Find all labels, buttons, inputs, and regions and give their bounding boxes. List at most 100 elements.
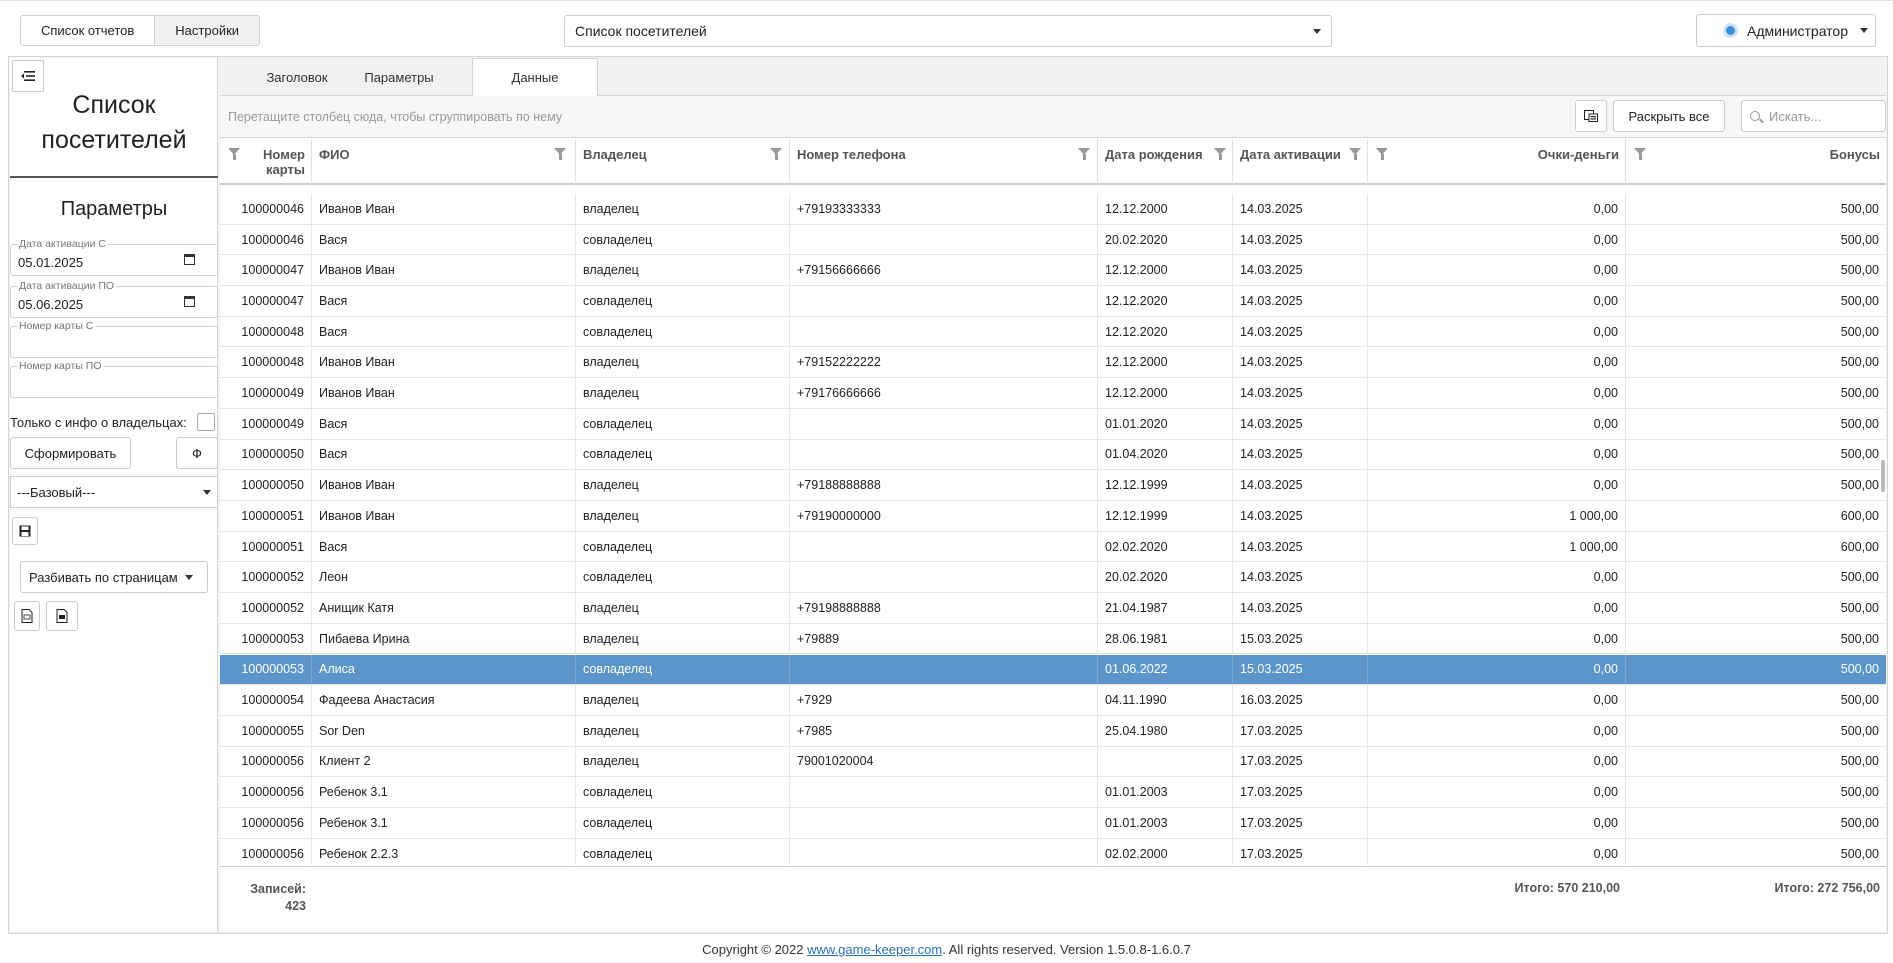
filter-icon[interactable]: [770, 148, 782, 160]
table-row[interactable]: 100000047 Вася совладелец 12.12.2020 14.03.2…: [220, 286, 1886, 317]
table-row[interactable]: 100000050 Иванов Иван владелец +79188888888…: [220, 470, 1886, 501]
column-header-label: Номер карты: [263, 147, 305, 177]
cell-owner: владелец: [576, 194, 790, 224]
column-chooser-button[interactable]: [1575, 100, 1607, 132]
preset-select-value: ---Базовый---: [17, 484, 96, 500]
activation-date-from-field[interactable]: Дата активации С 05.01.2025: [10, 238, 218, 276]
table-row[interactable]: 100000046 Иванов Иван владелец +79193333333…: [220, 194, 1886, 225]
cell-owner: совладелец: [576, 838, 790, 865]
column-header-fio[interactable]: ФИО: [312, 139, 576, 185]
table-row[interactable]: 100000049 Вася совладелец 01.01.2020 14.03.2…: [220, 408, 1886, 440]
cell-card-number: 100000048: [220, 316, 312, 347]
page-title-line2: посетителей: [41, 126, 187, 154]
table-row[interactable]: 100000048 Вася совладелец 12.12.2020 14.03.2…: [220, 316, 1886, 348]
calendar-icon[interactable]: [184, 254, 195, 265]
table-row[interactable]: 100000048 Иванов Иван владелец +79152222222…: [220, 347, 1886, 379]
filter-icon[interactable]: [1349, 148, 1361, 160]
filter-icon[interactable]: [554, 148, 566, 160]
table-row[interactable]: 100000053 Алиса совладелец 01.06.2022 15.03.…: [220, 654, 1886, 686]
cell-card-number: 100000053: [220, 654, 312, 685]
calendar-icon[interactable]: [184, 296, 195, 307]
cell-bonuses: 500,00: [1840, 416, 1879, 431]
cell-fio: Иванов Иван: [312, 194, 576, 224]
table-row[interactable]: 100000056 Ребенок 3.1 совладелец 01.01.2003…: [220, 777, 1886, 808]
activation-date-to-value: 05.06.2025: [18, 297, 84, 312]
table-row[interactable]: 100000055 Sor Den владелец +7985 25.04.1980 1…: [220, 715, 1886, 747]
table-row[interactable]: 100000056 Ребенок 2.2.3 совладелец 02.02.20…: [220, 838, 1886, 865]
filter-icon[interactable]: [1078, 148, 1090, 160]
settings-button[interactable]: Настройки: [154, 16, 260, 45]
table-row[interactable]: 100000051 Иванов Иван владелец +79190000000…: [220, 501, 1886, 532]
site-link[interactable]: www.game-keeper.com: [807, 942, 942, 957]
table-row[interactable]: 100000046 Вася совладелец 20.02.2020 14.03.2…: [220, 224, 1886, 256]
filter-icon[interactable]: [1214, 148, 1226, 160]
user-menu-button[interactable]: Администратор: [1696, 14, 1876, 47]
owners-only-checkbox[interactable]: [196, 413, 215, 431]
column-header-card-number[interactable]: Номер карты: [220, 139, 312, 185]
card-number-from-field[interactable]: Номер карты С: [10, 320, 218, 358]
cell-fio: Иванов Иван: [312, 501, 576, 531]
column-header-points[interactable]: Очки-деньги: [1368, 139, 1626, 185]
table-row[interactable]: 100000052 Анищик Катя владелец +79198888888…: [220, 593, 1886, 624]
table-row[interactable]: 100000056 Клиент 2 владелец 79001020004 17.0…: [220, 746, 1886, 778]
preset-select[interactable]: ---Базовый---: [10, 476, 218, 508]
filter-icon[interactable]: [228, 148, 240, 160]
cell-birth-date: 28.06.1981: [1098, 623, 1233, 654]
cell-points: 1 000,00: [1368, 501, 1626, 531]
column-header-bonuses[interactable]: Бонусы: [1626, 139, 1886, 185]
grid-toolbar: Перетащите столбец сюда, чтобы сгруппиро…: [220, 96, 1886, 138]
report-panel: Заголовок Параметры Данные Перетащите ст…: [220, 58, 1886, 932]
paging-dropdown[interactable]: Разбивать по страницам: [20, 561, 208, 593]
column-header-label: ФИО: [319, 147, 350, 162]
cell-card-number: 100000049: [220, 408, 312, 439]
cell-phone: +79152222222: [790, 347, 1098, 378]
cell-bonuses: 500,00: [1840, 693, 1879, 708]
export-pdf-button[interactable]: [46, 601, 78, 631]
save-preset-button[interactable]: [12, 517, 38, 545]
card-number-from-label: Номер карты С: [17, 320, 96, 332]
table-row[interactable]: 100000049 Иванов Иван владелец +79176666666…: [220, 378, 1886, 409]
column-header-owner[interactable]: Владелец: [576, 139, 790, 185]
cell-activation-date: 14.03.2025: [1233, 224, 1368, 255]
filter-icon[interactable]: [1376, 148, 1388, 160]
vertical-scrollbar[interactable]: [1881, 460, 1885, 492]
cell-card-number: 100000056: [220, 777, 312, 807]
export-excel-button[interactable]: [14, 601, 40, 631]
cell-owner: владелец: [576, 347, 790, 378]
cell-points: 0,00: [1368, 194, 1626, 224]
column-header-birth-date[interactable]: Дата рождения: [1098, 139, 1233, 185]
column-header-phone[interactable]: Номер телефона: [790, 139, 1098, 185]
expand-all-button[interactable]: Раскрыть все: [1613, 100, 1725, 132]
table-row[interactable]: 100000053 Пибаева Ирина владелец +79889 28.0…: [220, 623, 1886, 655]
table-row[interactable]: 100000047 Иванов Иван владелец +79156666666…: [220, 255, 1886, 287]
table-row[interactable]: 100000052 Леон совладелец 20.02.2020 14.03.2…: [220, 562, 1886, 594]
activation-date-to-label: Дата активации ПО: [17, 280, 117, 292]
user-menu-toggle[interactable]: [1853, 15, 1875, 46]
table-row[interactable]: 100000051 Вася совладелец 02.02.2020 14.03.2…: [220, 531, 1886, 563]
search-input[interactable]: Искать...: [1741, 100, 1886, 132]
cell-card-number: 100000056: [220, 808, 312, 838]
reports-list-button[interactable]: Список отчетов: [21, 16, 155, 45]
phi-button[interactable]: Ф: [176, 437, 218, 469]
grid-body: 100000046 Иванов Иван владелец +79193333333…: [220, 185, 1886, 865]
cell-birth-date: 12.12.1999: [1098, 501, 1233, 531]
card-number-to-field[interactable]: Номер карты ПО: [10, 360, 218, 398]
cell-points: 1 000,00: [1368, 531, 1626, 562]
activation-date-to-field[interactable]: Дата активации ПО 05.06.2025: [10, 280, 218, 318]
table-row[interactable]: 100000054 Фадеева Анастасия владелец +7929 0…: [220, 685, 1886, 716]
cell-owner: совладелец: [576, 562, 790, 593]
cell-bonuses: 500,00: [1840, 447, 1879, 462]
table-row[interactable]: 100000050 Вася совладелец 01.04.2020 14.03.2…: [220, 439, 1886, 471]
tab-parameters[interactable]: Параметры: [348, 58, 450, 96]
cell-owner: владелец: [576, 746, 790, 777]
report-select[interactable]: Список посетителей: [564, 15, 1332, 47]
cell-birth-date: 01.04.2020: [1098, 439, 1233, 470]
tab-data[interactable]: Данные: [472, 58, 598, 97]
filter-icon[interactable]: [1634, 148, 1646, 160]
top-bar: Список отчетов Настройки Список посетите…: [0, 0, 1893, 56]
build-report-button[interactable]: Сформировать: [10, 437, 131, 469]
tab-header[interactable]: Заголовок: [246, 58, 348, 96]
group-panel-hint[interactable]: Перетащите столбец сюда, чтобы сгруппиро…: [228, 110, 562, 124]
column-header-activation-date[interactable]: Дата активации: [1233, 139, 1368, 185]
table-row[interactable]: 100000056 Ребенок 3.1 совладелец 01.01.2003…: [220, 808, 1886, 839]
